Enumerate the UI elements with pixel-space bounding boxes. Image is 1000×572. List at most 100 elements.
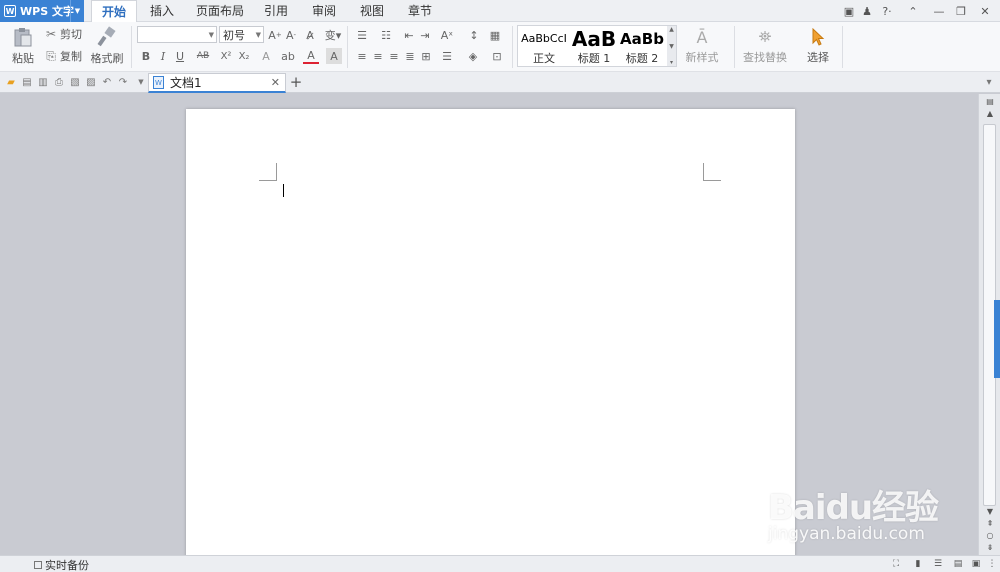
realtime-backup-toggle[interactable]: 实时备份: [34, 557, 89, 572]
subscript-button[interactable]: X₂: [236, 48, 252, 64]
close-tab-icon[interactable]: ✕: [271, 76, 280, 89]
document-page[interactable]: [186, 109, 795, 561]
save-as-icon[interactable]: ▥: [36, 75, 50, 89]
justify-icon[interactable]: ≣: [402, 48, 418, 64]
chevron-down-icon[interactable]: ▼: [669, 43, 674, 50]
char-shading-icon[interactable]: A: [326, 48, 342, 64]
paragraph-shading-icon[interactable]: ◈: [463, 48, 483, 64]
zoom-menu-icon[interactable]: ▣: [970, 558, 982, 570]
format-painter-label: 格式刷: [90, 52, 124, 65]
clear-format-icon[interactable]: A̷: [302, 27, 318, 43]
find-replace-button[interactable]: ⛯ 查找替换: [740, 26, 790, 68]
chevron-down-icon[interactable]: ▼: [70, 0, 84, 22]
web-view-icon[interactable]: ▤: [952, 558, 964, 570]
collapse-ribbon-icon[interactable]: ⌃: [906, 3, 920, 19]
page-view-icon[interactable]: ▮: [912, 558, 924, 570]
tab-chapter[interactable]: 章节: [402, 0, 438, 22]
undo-icon[interactable]: ↶: [100, 75, 114, 89]
italic-button[interactable]: I: [155, 48, 171, 64]
strikethrough-button[interactable]: AB: [194, 48, 212, 64]
border-icon[interactable]: ⊡: [487, 48, 507, 64]
watermark-url-text: jingyan.baidu.com: [768, 524, 925, 544]
print-icon[interactable]: ⎙: [52, 75, 66, 89]
scissors-icon: ✂: [45, 27, 57, 41]
tab-home[interactable]: 开始: [91, 0, 137, 23]
tab-review[interactable]: 审阅: [306, 0, 342, 22]
cut-button[interactable]: ✂ 剪切: [44, 26, 82, 42]
split-view-icon[interactable]: ▤: [984, 96, 996, 106]
shrink-font-icon[interactable]: A-: [283, 27, 299, 43]
font-size-combo[interactable]: 初号 ▼: [219, 26, 264, 43]
text-direction-icon[interactable]: Aˣ: [437, 27, 457, 43]
style-normal[interactable]: AaBbCcI 正文: [520, 26, 568, 66]
copy-button[interactable]: ⎘ 复制: [44, 48, 82, 64]
format-painter-button[interactable]: 格式刷: [88, 26, 126, 68]
tab-menu-icon[interactable]: ▾: [982, 75, 996, 89]
help-icon[interactable]: ?·: [878, 3, 896, 19]
next-page-icon[interactable]: ⇟: [984, 542, 996, 552]
select-button[interactable]: 选择: [801, 26, 835, 68]
align-left-icon[interactable]: ≡: [354, 48, 370, 64]
distributed-icon[interactable]: ⊞: [418, 48, 434, 64]
tab-view[interactable]: 视图: [354, 0, 390, 22]
tab-references[interactable]: 引用: [258, 0, 294, 22]
bullets-icon[interactable]: ☰: [352, 27, 372, 43]
select-browse-object-icon[interactable]: ○: [984, 530, 996, 540]
new-style-button[interactable]: Ā 新样式: [681, 26, 723, 68]
chevron-up-icon[interactable]: ▲: [984, 108, 996, 118]
export-pdf-icon[interactable]: ▨: [84, 75, 98, 89]
document-tab[interactable]: W 文档1 ✕: [148, 73, 286, 93]
minimize-icon[interactable]: —: [932, 3, 946, 19]
shirt-icon[interactable]: ♟: [860, 3, 874, 19]
tab-page-layout[interactable]: 页面布局: [190, 0, 250, 22]
select-label: 选择: [807, 51, 829, 64]
skin-icon[interactable]: ▣: [842, 3, 856, 19]
more-icon[interactable]: ⋮: [986, 558, 998, 570]
document-tab-bar: ▰ ▤ ▥ ⎙ ▧ ▨ ↶ ↷ ▼ W 文档1 ✕ + ▾: [0, 72, 1000, 93]
align-center-icon[interactable]: ≡: [370, 48, 386, 64]
app-menu-button[interactable]: W WPS 文字 ▼: [0, 0, 84, 22]
line-spacing-icon[interactable]: ☰: [437, 48, 457, 64]
save-icon[interactable]: ▤: [20, 75, 34, 89]
chevron-down-icon[interactable]: ▼: [984, 506, 996, 516]
font-color-icon[interactable]: A: [303, 48, 319, 64]
sort-icon[interactable]: ↕: [465, 27, 483, 43]
margin-mark-top-left: [259, 163, 277, 181]
text-effect-icon[interactable]: A: [258, 48, 274, 64]
task-pane-handle[interactable]: [994, 300, 1000, 378]
tab-insert[interactable]: 插入: [142, 0, 182, 22]
style-heading-2[interactable]: AaBb 标题 2: [618, 26, 666, 66]
table-grid-icon[interactable]: ▦: [487, 27, 503, 43]
decrease-indent-icon[interactable]: ⇤: [401, 27, 417, 43]
restore-icon[interactable]: ❐: [954, 3, 968, 19]
bold-button[interactable]: B: [138, 48, 154, 64]
copy-label: 复制: [60, 50, 82, 63]
grow-font-icon[interactable]: A +: [267, 27, 283, 43]
outline-view-icon[interactable]: ☰: [932, 558, 944, 570]
more-icon[interactable]: ▾: [670, 59, 673, 66]
chevron-up-icon[interactable]: ▲: [669, 26, 674, 33]
paste-button[interactable]: 粘贴: [8, 26, 38, 68]
superscript-button[interactable]: X²: [218, 48, 234, 64]
style-gallery-scroll[interactable]: ▲ ▼ ▾: [667, 26, 676, 66]
font-name-combo[interactable]: ▼: [137, 26, 217, 43]
phonetic-icon[interactable]: 变▾: [322, 27, 344, 43]
align-right-icon[interactable]: ≡: [386, 48, 402, 64]
redo-icon[interactable]: ↷: [116, 75, 130, 89]
print-preview-icon[interactable]: ▧: [68, 75, 82, 89]
document-icon: W: [153, 76, 164, 89]
style-heading-2-label: 标题 2: [625, 52, 659, 65]
close-icon[interactable]: ✕: [978, 3, 992, 19]
open-folder-icon[interactable]: ▰: [4, 75, 18, 89]
new-tab-icon[interactable]: +: [289, 73, 303, 91]
fullscreen-icon[interactable]: ⛶: [890, 558, 902, 570]
style-normal-preview: AaBbCcI: [521, 32, 567, 45]
prev-page-icon[interactable]: ⇞: [984, 518, 996, 528]
chevron-down-icon: ▼: [208, 31, 214, 39]
customize-toolbar-icon[interactable]: ▼: [134, 75, 148, 89]
highlight-icon[interactable]: ab: [280, 48, 296, 64]
underline-button[interactable]: U: [172, 48, 188, 64]
numbering-icon[interactable]: ☷: [376, 27, 396, 43]
increase-indent-icon[interactable]: ⇥: [417, 27, 433, 43]
style-heading-1[interactable]: AaB 标题 1: [570, 26, 618, 66]
